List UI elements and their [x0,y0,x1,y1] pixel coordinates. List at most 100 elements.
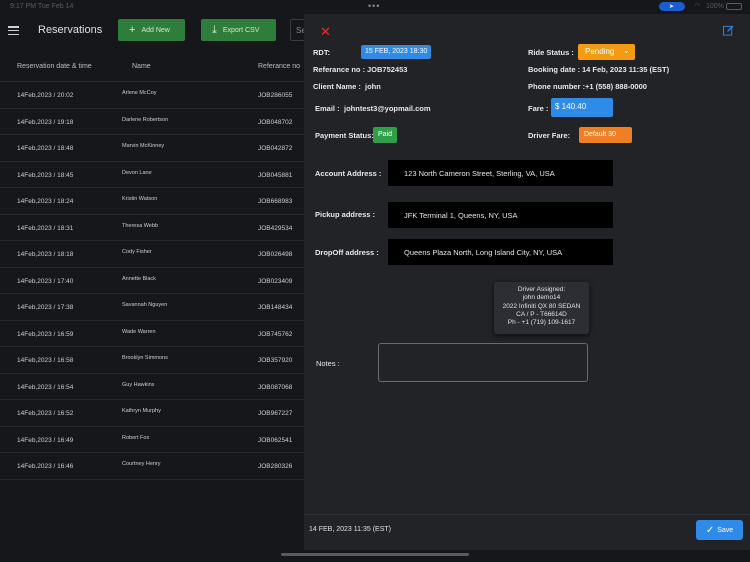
dropoff-address-label: DropOff address : [315,248,379,257]
row-name: Courtney Henry [122,461,161,467]
fare-label: Fare : [528,104,549,113]
phone-label: Phone number : [528,82,586,91]
row-name: Guy Hawkins [122,381,155,388]
row-date: 14Feb,2023 / 16:49 [17,436,74,444]
row-date: 14Feb,2023 / 16:46 [17,463,74,470]
table-row[interactable]: 14Feb,2023 / 19:18 Darlene Robertson JOB04… [0,109,305,135]
row-ref: JOB042872 [258,145,293,152]
ride-status-label: Ride Status : [528,48,574,57]
account-address-field[interactable]: 123 North Cameron Street, Sterling, VA, … [388,160,613,186]
payment-status-label: Payment Status: [315,131,374,140]
row-ref: JOB280326 [258,463,293,470]
row-date: 14Feb,2023 / 16:59 [17,330,74,338]
column-header-ref[interactable]: Referance no [258,63,300,70]
table-row[interactable]: 14Feb,2023 / 16:46 Courtney Henry JOB28032… [0,453,305,480]
row-date: 14Feb,2023 / 16:58 [17,357,74,364]
driver-vehicle: 2022 Infiniti QX 80 SEDAN [502,302,581,310]
row-ref: JOB023409 [258,277,293,285]
table-row[interactable]: 14Feb,2023 / 18:24 Kristin Watson JOB66898… [0,188,305,215]
ride-status-value: Pending [585,47,615,56]
close-icon[interactable]: ✕ [320,24,331,40]
driver-phone: Ph - +1 (719) 109-1617 [507,319,576,327]
rdt-value[interactable]: 15 FEB, 2023 18:30 [361,45,432,59]
rdt-label: RDT: [313,48,331,57]
row-ref: JOB148434 [258,304,293,311]
export-csv-label: Export CSV [222,26,260,34]
row-date: 14Feb,2023 / 17:40 [17,277,74,285]
row-name: Darlene Robertson [122,116,169,123]
row-date: 14Feb,2023 / 19:18 [17,118,74,126]
table-row[interactable]: 14Feb,2023 / 18:48 Marvin McKinney JOB0428… [0,135,305,162]
row-name: Marvin McKinney [122,143,165,149]
fare-input[interactable]: $ 140.40 [551,98,613,117]
row-name: Robert Fox [122,434,150,441]
payment-status-badge[interactable]: Paid [373,127,397,143]
home-indicator[interactable] [281,553,469,556]
row-name: Cody Fisher [122,249,152,255]
row-date: 14Feb,2023 / 17:38 [17,304,74,311]
email-value: johntest3@yopmail.com [344,104,431,113]
notes-label: Notes : [316,359,340,368]
row-date: 14Feb,2023 / 18:48 [17,145,74,152]
row-name: Wade Warren [122,328,156,335]
row-date: 14Feb,2023 / 18:18 [17,251,74,258]
save-button[interactable]: ✓ Save [696,520,743,540]
table-row[interactable]: 14Feb,2023 / 17:40 Annette Black JOB023409 [0,268,305,294]
table-row[interactable]: 14Feb,2023 / 16:59 Wade Warren JOB745762 [0,321,305,347]
table-row[interactable]: 14Feb,2023 / 18:45 Devon Lane JOB045881 [0,162,305,188]
pickup-address-field[interactable]: JFK Terminal 1, Queens, NY, USA [388,202,613,228]
table-row[interactable]: 14Feb,2023 / 16:58 Brooklyn Simmons JOB357… [0,347,305,374]
checkmark-icon: ✓ [705,524,715,536]
row-ref: JOB967227 [258,410,293,417]
row-ref: JOB745762 [258,330,293,338]
table-row[interactable]: 14Feb,2023 / 16:49 Robert Fox JOB062541 [0,427,305,453]
hamburger-menu-icon[interactable] [8,26,19,35]
row-ref: JOB668983 [258,198,293,205]
add-new-label: Add New [141,26,170,34]
table-row[interactable]: 14Feb,2023 / 17:38 Savannah Nguyen JOB1484… [0,294,305,321]
table-row[interactable]: 14Feb,2023 / 18:18 Cody Fisher JOB026498 [0,241,305,268]
row-ref: JOB048702 [258,118,293,126]
battery-icon [726,3,742,10]
ref-label: Referance no : [313,65,366,74]
row-date: 14Feb,2023 / 18:31 [17,224,74,232]
phone-value: +1 (558) 888-0000 [585,82,647,91]
row-date: 14Feb,2023 / 16:52 [17,410,74,417]
export-csv-button[interactable]: ⤓ Export CSV [201,19,276,41]
reservation-table: 14Feb,2023 / 20:02 Arlene McCoy JOB286055 … [0,82,305,480]
column-header-name[interactable]: Name [132,63,151,70]
footer-date: 14 FEB, 2023 11:35 (EST) [309,526,391,533]
row-date: 14Feb,2023 / 18:24 [17,198,74,205]
booking-date-value: 14 Feb, 2023 11:35 (EST) [582,65,670,74]
row-ref: JOB429534 [258,224,293,232]
driver-assigned-card: Driver Assigned: john demo14 2022 Infini… [494,282,589,334]
edit-icon[interactable] [723,25,734,36]
multitasking-dots-icon[interactable]: ••• [368,1,380,11]
save-label: Save [717,526,734,534]
row-name: Annette Black [122,275,156,282]
row-name: Brooklyn Simmons [122,355,168,361]
row-ref: JOB062541 [258,436,293,444]
driver-fare-badge[interactable]: Default 30 [579,127,632,143]
wifi-icon: ◠ [694,3,701,10]
dropoff-address-field[interactable]: Queens Plaza North, Long Island City, NY… [388,239,613,265]
plus-icon: + [129,24,136,36]
row-name: Kathryn Murphy [122,408,161,414]
row-ref: JOB026498 [258,251,293,258]
table-row[interactable]: 14Feb,2023 / 20:02 Arlene McCoy JOB286055 [0,82,305,109]
notes-textarea[interactable] [378,343,588,382]
page-title: Reservations [38,24,103,36]
ride-status-dropdown[interactable]: Pending ⌄ [578,44,635,60]
table-row[interactable]: 14Feb,2023 / 16:52 Kathryn Murphy JOB96722… [0,400,305,427]
row-name: Devon Lane [122,169,152,176]
reservation-detail-modal: ✕ RDT: 15 FEB, 2023 18:30 Ride Status : … [304,14,750,550]
add-new-button[interactable]: + Add New [118,19,185,41]
column-header-date[interactable]: Reservation date & time [17,63,92,70]
location-indicator-icon: ➤ [659,2,685,11]
row-ref: JOB087068 [258,383,293,391]
row-ref: JOB286055 [258,92,293,99]
table-row[interactable]: 14Feb,2023 / 18:31 Theresa Webb JOB429534 [0,215,305,241]
row-ref: JOB045881 [258,171,293,179]
battery-percent: 100% [706,3,724,10]
table-row[interactable]: 14Feb,2023 / 16:54 Guy Hawkins JOB087068 [0,374,305,400]
